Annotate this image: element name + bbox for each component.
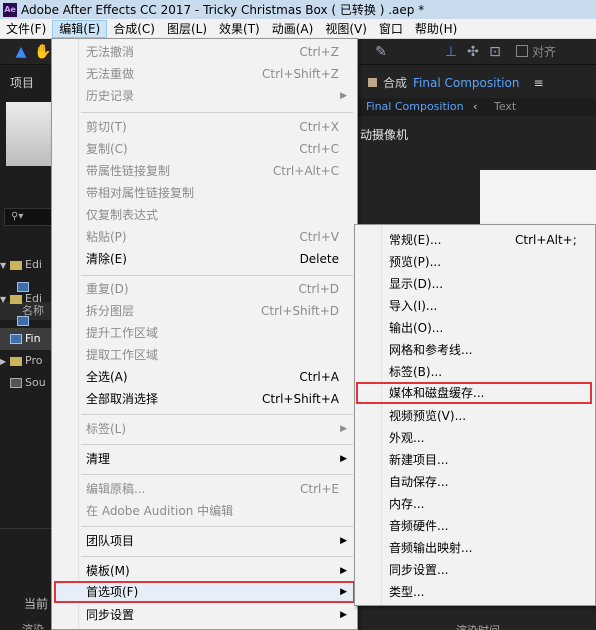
- menu-item-purge[interactable]: 清理 ▶: [54, 448, 355, 470]
- preferences-submenu: 常规(E)... Ctrl+Alt+; 预览(P)... 显示(D)... 导入(…: [354, 224, 596, 606]
- menu-item-select-all[interactable]: 全选(A) Ctrl+A: [54, 366, 355, 388]
- menu-item-sync-settings[interactable]: 同步设置 ▶: [54, 604, 355, 626]
- project-panel-title: 项目: [10, 76, 35, 90]
- pref-item-labels[interactable]: 标签(B)...: [357, 361, 595, 383]
- menu-item-copy[interactable]: 复制(C) Ctrl+C: [54, 138, 355, 160]
- project-search-input[interactable]: ⚲▾: [4, 208, 52, 226]
- selection-tool-icon[interactable]: ▲: [12, 43, 30, 61]
- window-title: Adobe After Effects CC 2017 - Tricky Chr…: [21, 3, 425, 17]
- submenu-arrow-icon: ▶: [340, 454, 347, 464]
- submenu-arrow-icon: ▶: [340, 587, 347, 597]
- menu-item-deselect-all[interactable]: 全部取消选择 Ctrl+Shift+A: [54, 388, 355, 410]
- menu-window[interactable]: 窗口: [373, 20, 409, 38]
- submenu-arrow-icon: ▶: [340, 610, 347, 620]
- menu-bar: 文件(F) 编辑(E) 合成(C) 图层(L) 效果(T) 动画(A) 视图(V…: [0, 19, 596, 39]
- menu-item-copy-with-property-links[interactable]: 带属性链接复制 Ctrl+Alt+C: [54, 160, 355, 182]
- pref-item-previews[interactable]: 预览(P)...: [357, 251, 595, 273]
- chevron-left-icon[interactable]: ‹: [473, 100, 477, 113]
- composition-icon: [10, 334, 22, 344]
- submenu-arrow-icon: ▶: [340, 424, 347, 434]
- menu-item-preferences[interactable]: 首选项(F) ▶: [54, 581, 355, 603]
- local-axis-icon[interactable]: ⊥: [442, 43, 460, 61]
- menu-effect[interactable]: 效果(T): [213, 20, 266, 38]
- submenu-arrow-icon: ▶: [340, 566, 347, 576]
- pref-item-output[interactable]: 输出(O)...: [357, 317, 595, 339]
- pin-tool-icon[interactable]: ✎: [372, 43, 390, 61]
- menu-edit[interactable]: 编辑(E): [52, 19, 108, 38]
- project-item[interactable]: ▼ Edi: [0, 288, 52, 310]
- menu-item-edit-original[interactable]: 编辑原稿... Ctrl+E: [54, 478, 355, 500]
- project-thumbnail: [6, 102, 52, 166]
- align-checkbox[interactable]: [516, 45, 528, 57]
- project-item[interactable]: ▶ Pro: [0, 350, 52, 372]
- menu-item-lift-work-area[interactable]: 提升工作区域: [54, 322, 355, 344]
- app-logo-icon: Ae: [3, 2, 17, 17]
- pref-item-audio-output-mapping[interactable]: 音频输出映射...: [357, 537, 595, 559]
- viewer-comp-name[interactable]: Final Composition: [366, 100, 464, 113]
- folder-icon: [10, 294, 22, 304]
- render-label: 渲染: [22, 623, 44, 630]
- pref-item-import[interactable]: 导入(I)...: [357, 295, 595, 317]
- menu-item-team-project[interactable]: 团队项目 ▶: [54, 530, 355, 552]
- project-item[interactable]: ▼ Edi: [0, 254, 52, 276]
- timeline-panel-left: 当前 渲染: [0, 528, 52, 630]
- composition-icon: [17, 316, 29, 326]
- menu-item-undo[interactable]: 无法撤消 Ctrl+Z: [54, 41, 355, 63]
- viewer-layer-text[interactable]: Text: [494, 100, 516, 113]
- menu-item-templates[interactable]: 模板(M) ▶: [54, 560, 355, 582]
- hand-tool-icon[interactable]: ✋: [34, 43, 52, 61]
- camera-label: 动摄像机: [360, 128, 409, 142]
- menu-item-clear[interactable]: 清除(E) Delete: [54, 248, 355, 270]
- folder-icon: [10, 356, 22, 366]
- pref-item-sync-settings[interactable]: 同步设置...: [357, 559, 595, 581]
- menu-item-duplicate[interactable]: 重复(D) Ctrl+D: [54, 278, 355, 300]
- pref-item-general[interactable]: 常规(E)... Ctrl+Alt+;: [357, 229, 595, 251]
- pref-item-type[interactable]: 类型...: [357, 581, 595, 603]
- menu-item-split-layer[interactable]: 拆分图层 Ctrl+Shift+D: [54, 300, 355, 322]
- lock-icon: [368, 78, 377, 87]
- pref-item-new-project[interactable]: 新建项目...: [357, 449, 595, 471]
- menu-item-copy-expression-only[interactable]: 仅复制表达式: [54, 204, 355, 226]
- pref-item-media-disk-cache[interactable]: 媒体和磁盘缓存...: [356, 382, 592, 404]
- pref-item-memory[interactable]: 内存...: [357, 493, 595, 515]
- source-icon: [10, 378, 22, 388]
- pref-item-auto-save[interactable]: 自动保存...: [357, 471, 595, 493]
- project-item-selected[interactable]: Fin: [0, 328, 52, 350]
- pref-item-grids-guides[interactable]: 网格和参考线...: [357, 339, 595, 361]
- menu-view[interactable]: 视图(V): [319, 20, 373, 38]
- pref-item-display[interactable]: 显示(D)...: [357, 273, 595, 295]
- menu-animation[interactable]: 动画(A): [266, 20, 320, 38]
- pref-item-appearance[interactable]: 外观...: [357, 427, 595, 449]
- world-axis-icon[interactable]: ✣: [464, 43, 482, 61]
- pref-item-video-preview[interactable]: 视频预览(V)...: [357, 405, 595, 427]
- menu-help[interactable]: 帮助(H): [409, 20, 463, 38]
- submenu-arrow-icon: ▶: [340, 536, 347, 546]
- menu-item-edit-in-audition[interactable]: 在 Adobe Audition 中编辑: [54, 500, 355, 522]
- view-axis-icon[interactable]: ⊡: [486, 43, 504, 61]
- edit-menu: 无法撤消 Ctrl+Z 无法重做 Ctrl+Shift+Z 历史记录 ▶ 剪切(T) C…: [51, 38, 358, 630]
- menu-file[interactable]: 文件(F): [0, 20, 52, 38]
- menu-item-history[interactable]: 历史记录 ▶: [54, 85, 355, 107]
- menu-item-extract-work-area[interactable]: 提取工作区域: [54, 344, 355, 366]
- project-item[interactable]: Sou: [0, 372, 52, 394]
- viewer-breadcrumb: Final Composition ‹ Text: [356, 98, 596, 116]
- menu-layer[interactable]: 图层(L): [161, 20, 213, 38]
- menu-item-cut[interactable]: 剪切(T) Ctrl+X: [54, 116, 355, 138]
- menu-item-copy-relative-links[interactable]: 带相对属性链接复制: [54, 182, 355, 204]
- folder-icon: [10, 260, 22, 270]
- submenu-arrow-icon: ▶: [340, 91, 347, 101]
- render-time-label: 渲染时间: [456, 622, 500, 630]
- title-bar: Ae Adobe After Effects CC 2017 - Tricky …: [0, 0, 596, 19]
- composition-tab[interactable]: 合成 Final Composition ≡: [368, 74, 544, 91]
- menu-item-label[interactable]: 标签(L) ▶: [54, 418, 355, 440]
- current-label: 当前: [24, 597, 49, 611]
- menu-item-redo[interactable]: 无法重做 Ctrl+Shift+Z: [54, 63, 355, 85]
- menu-composition[interactable]: 合成(C): [107, 20, 161, 38]
- align-label: 对齐: [532, 45, 557, 59]
- pref-item-audio-hardware[interactable]: 音频硬件...: [357, 515, 595, 537]
- panel-menu-icon[interactable]: ≡: [533, 76, 543, 90]
- menu-item-paste[interactable]: 粘贴(P) Ctrl+V: [54, 226, 355, 248]
